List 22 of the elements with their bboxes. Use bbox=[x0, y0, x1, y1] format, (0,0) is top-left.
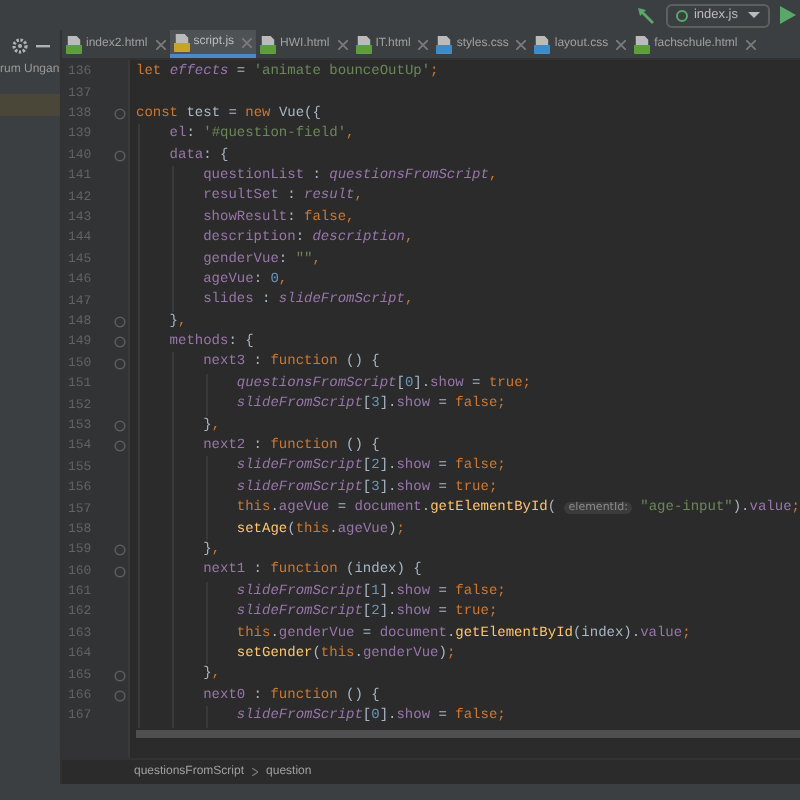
fold-icon[interactable] bbox=[114, 149, 126, 162]
close-icon[interactable] bbox=[337, 39, 348, 49]
close-icon[interactable] bbox=[242, 37, 253, 47]
fold-icon[interactable] bbox=[114, 336, 126, 349]
fold-icon[interactable] bbox=[114, 440, 126, 453]
horizontal-scrollbar[interactable] bbox=[136, 729, 800, 737]
close-icon[interactable] bbox=[616, 39, 627, 49]
settings-icon[interactable] bbox=[12, 37, 28, 53]
close-icon[interactable] bbox=[745, 39, 756, 49]
run-icon[interactable] bbox=[780, 6, 796, 24]
fold-icon[interactable] bbox=[114, 315, 126, 328]
fold-icon[interactable] bbox=[114, 357, 126, 370]
fold-icon[interactable] bbox=[114, 419, 126, 432]
fold-icon[interactable] bbox=[114, 669, 126, 682]
fold-icon[interactable] bbox=[114, 544, 126, 557]
close-icon[interactable] bbox=[418, 39, 429, 49]
close-icon[interactable] bbox=[516, 39, 527, 49]
fold-icon[interactable] bbox=[114, 107, 126, 120]
close-icon[interactable] bbox=[155, 39, 166, 49]
fold-icon[interactable] bbox=[114, 689, 126, 702]
chevron-icon bbox=[252, 768, 259, 776]
fold-icon[interactable] bbox=[114, 565, 126, 578]
